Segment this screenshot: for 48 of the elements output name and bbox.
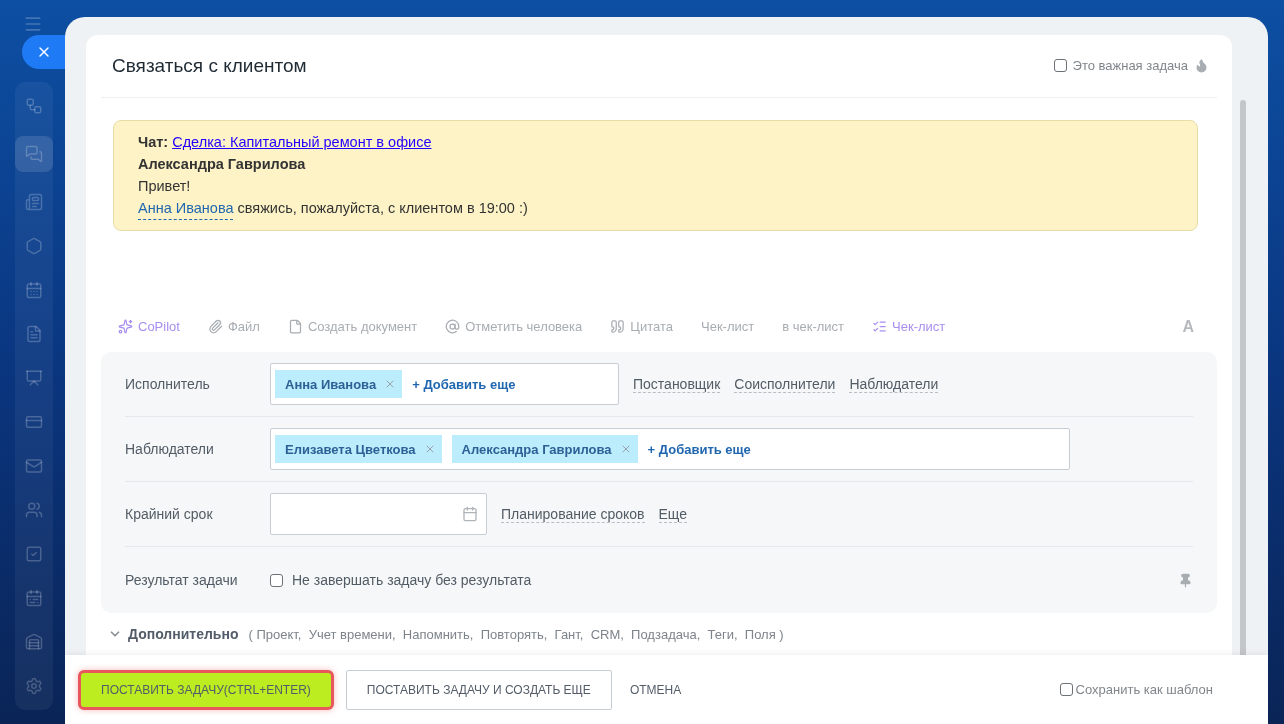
role-link[interactable]: Соисполнители bbox=[734, 375, 836, 393]
close-button[interactable] bbox=[22, 35, 65, 69]
person-chip[interactable]: Анна Иванова bbox=[275, 370, 403, 399]
field-label: Крайний срок bbox=[125, 506, 214, 523]
document-icon bbox=[287, 319, 303, 335]
calendar-icon[interactable] bbox=[462, 506, 478, 523]
toolbar-button[interactable]: Чек-лист bbox=[872, 319, 946, 335]
message-text: свяжись, пожалуйста, с клиентом в 19:00 :) bbox=[237, 198, 528, 218]
more-options: ( Проект, Учет времени, Напомнить, Повторять, Гант, CRM, Подзадача, Теги, Поля ) bbox=[248, 626, 784, 642]
field-label: Результат задачи bbox=[125, 572, 239, 589]
add-more-link[interactable]: + Добавить еще bbox=[647, 441, 751, 457]
create-task-button[interactable]: ПОСТАВИТЬ ЗАДАЧУ(CTRL+ENTER) bbox=[78, 669, 334, 710]
role-link[interactable]: Наблюдатели bbox=[849, 375, 939, 393]
date-field[interactable] bbox=[270, 493, 487, 536]
mention-link[interactable]: Анна Иванова bbox=[138, 196, 234, 220]
scrollbar-thumb[interactable] bbox=[1240, 100, 1246, 655]
date-link[interactable]: Планирование сроков bbox=[501, 505, 645, 523]
chat-label: Чат: bbox=[138, 132, 169, 152]
add-more-link[interactable]: + Добавить еще bbox=[412, 376, 516, 392]
cancel-button[interactable]: ОТМЕНА bbox=[623, 681, 688, 698]
person-chip[interactable]: Елизавета Цветкова bbox=[275, 435, 442, 464]
person-chip[interactable]: Александра Гаврилова bbox=[451, 435, 638, 464]
greeting-text: Привет! bbox=[138, 176, 192, 196]
person-name: Александра Гаврилова bbox=[461, 441, 612, 457]
save-template-checkbox[interactable]: Сохранить как шаблон bbox=[1059, 682, 1213, 697]
create-and-new-button[interactable]: ПОСТАВИТЬ ЗАДАЧУ И СОЗДАТЬ ЕЩЕ bbox=[345, 669, 612, 710]
task-title: Связаться с клиентом bbox=[112, 54, 307, 77]
result-checkbox[interactable]: Не завершать задачу без результата bbox=[270, 572, 532, 589]
date-link[interactable]: Еще bbox=[658, 505, 687, 523]
person-name: Анна Иванова bbox=[285, 376, 377, 392]
person-name: Елизавета Цветкова bbox=[285, 441, 416, 457]
copilot-icon bbox=[118, 319, 133, 335]
people-field[interactable]: Елизавета Цветкова Александра Гаврилова + Добавить еще bbox=[270, 428, 1070, 471]
field-label: Исполнитель bbox=[125, 376, 211, 393]
toolbar-button[interactable]: CoPilot bbox=[118, 319, 180, 335]
sidebar-nav-icon[interactable] bbox=[15, 136, 53, 172]
quote-icon bbox=[610, 319, 626, 335]
file-icon bbox=[207, 319, 223, 335]
more-toggle[interactable]: Дополнительно bbox=[108, 626, 239, 643]
role-link[interactable]: Постановщик bbox=[633, 375, 721, 393]
field-label: Наблюдатели bbox=[125, 441, 215, 458]
chat-link[interactable]: Сделка: Капитальный ремонт в офисе bbox=[172, 130, 432, 153]
checklist-icon bbox=[872, 319, 888, 335]
people-field[interactable]: Анна Иванова + Добавить еще bbox=[270, 363, 619, 406]
important-checkbox[interactable]: Это важная задача bbox=[1053, 58, 1209, 74]
author-name: Александра Гаврилова bbox=[138, 154, 307, 174]
mention-icon bbox=[445, 319, 461, 335]
flame-icon bbox=[1194, 58, 1209, 74]
